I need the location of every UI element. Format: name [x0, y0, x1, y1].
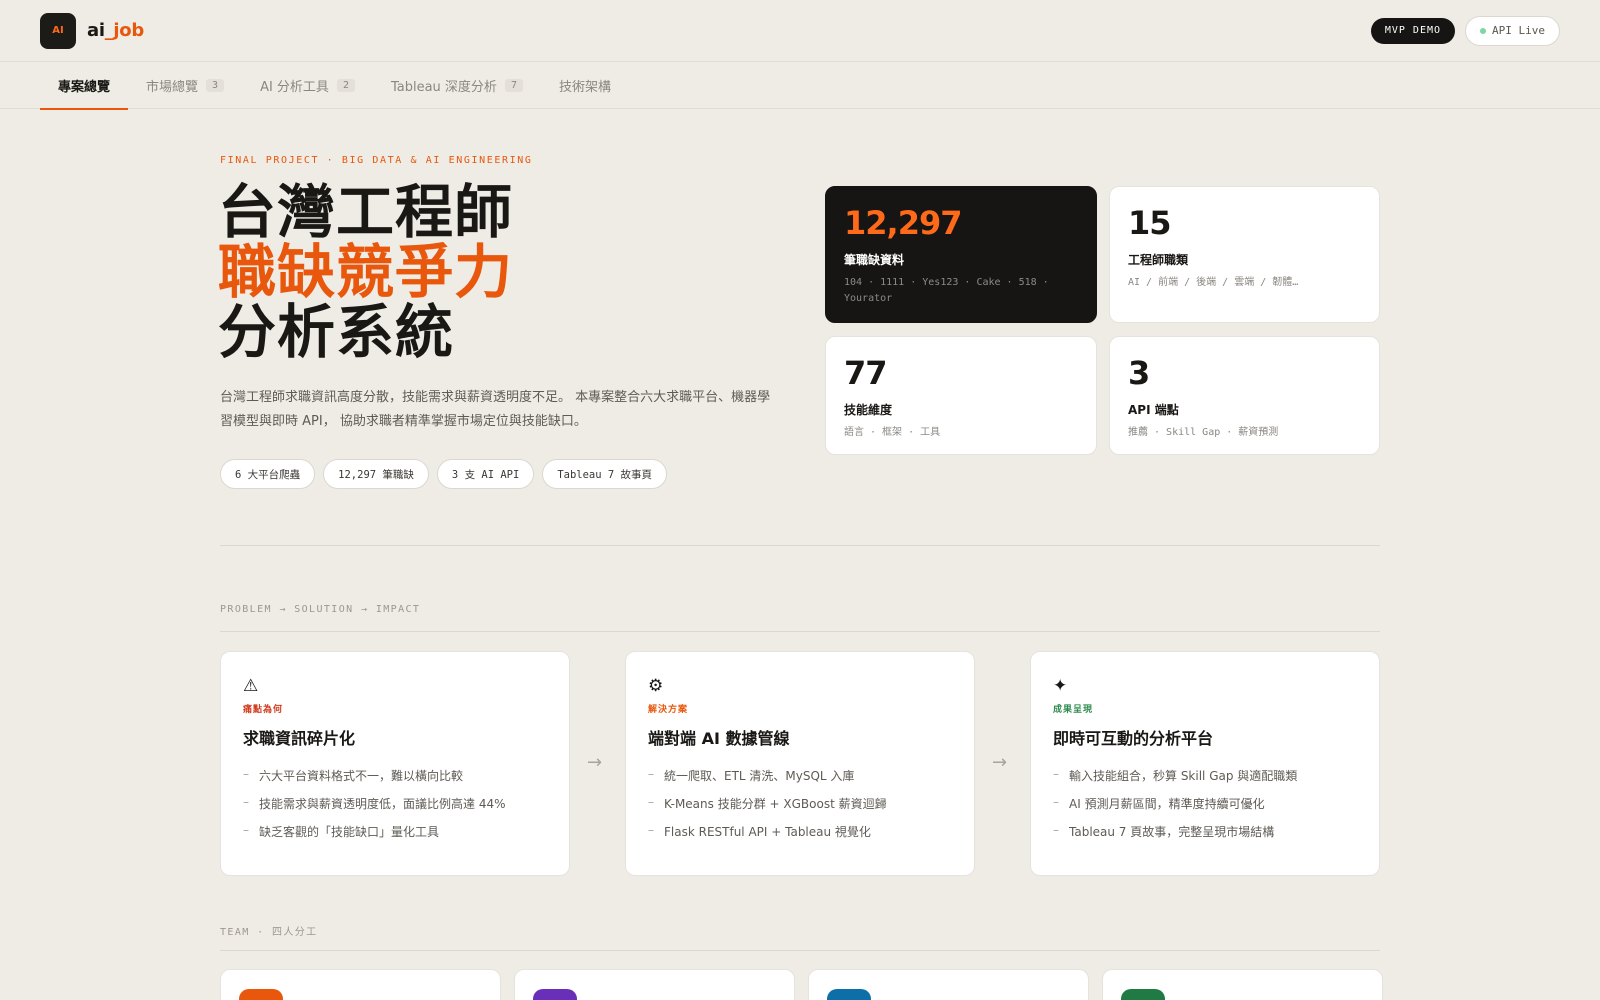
card-tag: 解決方案 — [648, 705, 689, 715]
stat-sub: 推薦 · Skill Gap · 薪資預測 — [1128, 427, 1279, 438]
solution-card: ⚙ 解決方案 端對端 AI 數據管線 – 統一爬取、ETL 清洗、MySQL 入庫… — [625, 651, 975, 876]
arrow-right-icon: → — [992, 752, 1008, 773]
stat-label: 筆職缺資料 — [844, 253, 905, 267]
brand-name: ai_job — [87, 20, 144, 41]
list-item: – K-Means 技能分群 + XGBoost 薪資迴歸 — [648, 795, 887, 811]
section-divider — [220, 631, 1380, 632]
card-tag: 痛點為何 — [243, 705, 284, 715]
team-card[interactable] — [220, 969, 501, 1000]
arrow-right-icon: → — [587, 752, 603, 773]
tab-count-badge: 2 — [336, 79, 355, 92]
logo: AI — [40, 12, 76, 49]
hero-chips: 6 大平台爬蟲 12,297 筆職缺 3 支 AI API Tableau 7 … — [220, 459, 668, 489]
problem-card: ⚠ 痛點為何 求職資訊碎片化 – 六大平台資料格式不一，難以橫向比較 – 技能需求與… — [220, 651, 570, 876]
stat-sub: AI / 前端 / 後端 / 雲端 / 韌體… — [1128, 277, 1299, 288]
stat-value: 12,297 — [844, 204, 962, 242]
list-item: – 六大平台資料格式不一，難以橫向比較 — [243, 767, 464, 783]
hero-title: 台灣工程師 職缺競爭力 分析系統 — [218, 178, 514, 366]
stat-value: 15 — [1128, 204, 1172, 242]
chip-tableau: Tableau 7 故事頁 — [542, 459, 668, 489]
tab-tableau-analysis[interactable]: Tableau 深度分析 7 — [373, 62, 541, 109]
list-item: – 缺乏客觀的「技能缺口」量化工具 — [243, 823, 440, 839]
card-list: – 輸入技能組合，秒算 Skill Gap 與適配職類 – AI 預測月薪區間，精準… — [1053, 767, 1357, 840]
list-item: – Flask RESTful API + Tableau 視覺化 — [648, 823, 871, 839]
stat-card-skills: 77 技能維度 語言 · 框架 · 工具 — [825, 336, 1097, 455]
tab-bar: 專案總覽 市場總覽 3 AI 分析工具 2 Tableau 深度分析 7 技術架… — [0, 61, 1600, 110]
brand[interactable]: AI ai_job — [40, 12, 144, 49]
live-status-dot-icon — [1480, 27, 1487, 34]
stat-label: 工程師職類 — [1128, 253, 1189, 267]
sparkle-icon: ✦ — [1053, 676, 1068, 696]
section-divider — [220, 950, 1380, 951]
list-item: – 技能需求與薪資透明度低，面議比例高達 44% — [243, 795, 506, 811]
stat-card-jobs: 12,297 筆職缺資料 104 · 1111 · Yes123 · Cake … — [825, 186, 1097, 323]
team-card[interactable] — [808, 969, 1089, 1000]
avatar — [533, 989, 577, 1000]
card-title: 端對端 AI 數據管線 — [648, 729, 790, 748]
stat-value: 77 — [844, 354, 888, 392]
team-card[interactable] — [1102, 969, 1383, 1000]
tab-count-badge: 3 — [206, 79, 225, 92]
psi-section-label: PROBLEM → SOLUTION → IMPACT — [220, 604, 421, 615]
gear-icon: ⚙ — [648, 676, 664, 696]
tab-count-badge: 7 — [504, 79, 523, 92]
list-item: – Tableau 7 頁故事，完整呈現市場結構 — [1053, 823, 1275, 839]
card-title: 即時可互動的分析平台 — [1053, 729, 1214, 748]
stat-sub: 104 · 1111 · Yes123 · Cake · 518 · Youra… — [844, 277, 1049, 304]
tab-market-overview[interactable]: 市場總覽 3 — [128, 62, 242, 109]
stat-card-categories: 15 工程師職類 AI / 前端 / 後端 / 雲端 / 韌體… — [1109, 186, 1380, 323]
stat-label: API 端點 — [1128, 403, 1179, 417]
avatar — [827, 989, 871, 1000]
avatar — [239, 989, 283, 1000]
mvp-demo-badge[interactable]: MVP DEMO — [1370, 17, 1456, 44]
section-divider — [220, 545, 1380, 546]
chip-apis: 3 支 AI API — [436, 459, 535, 489]
stat-sub: 語言 · 框架 · 工具 — [844, 427, 941, 438]
card-title: 求職資訊碎片化 — [243, 729, 356, 748]
team-card[interactable] — [514, 969, 795, 1000]
avatar — [1121, 989, 1165, 1000]
top-bar: AI ai_job MVP DEMO API Live — [0, 0, 1600, 61]
chip-jobs: 12,297 筆職缺 — [323, 459, 429, 489]
stat-value: 3 — [1128, 354, 1150, 392]
list-item: – 輸入技能組合，秒算 Skill Gap 與適配職類 — [1053, 767, 1298, 783]
list-item: – AI 預測月薪區間，精準度持續可優化 — [1053, 795, 1265, 811]
stat-label: 技能維度 — [844, 403, 893, 417]
card-tag: 成果呈現 — [1053, 705, 1094, 715]
hero-description: 台灣工程師求職資訊高度分散，技能需求與薪資透明度不足。 本專案整合六大求職平台、… — [220, 390, 771, 429]
api-live-badge[interactable]: API Live — [1465, 15, 1560, 46]
card-list: – 六大平台資料格式不一，難以橫向比較 – 技能需求與薪資透明度低，面議比例高達 4… — [243, 767, 547, 840]
tab-tech-architecture[interactable]: 技術架構 — [541, 62, 629, 109]
list-item: – 統一爬取、ETL 清洗、MySQL 入庫 — [648, 767, 855, 783]
card-list: – 統一爬取、ETL 清洗、MySQL 入庫 – K-Means 技能分群 + XG… — [648, 767, 952, 840]
tab-ai-tools[interactable]: AI 分析工具 2 — [242, 62, 373, 109]
chip-platforms: 6 大平台爬蟲 — [220, 459, 316, 489]
tab-project-overview[interactable]: 專案總覽 — [40, 62, 129, 110]
team-section-label: TEAM · 四人分工 — [220, 927, 318, 938]
stat-card-api: 3 API 端點 推薦 · Skill Gap · 薪資預測 — [1109, 336, 1380, 455]
impact-card: ✦ 成果呈現 即時可互動的分析平台 – 輸入技能組合，秒算 Skill Gap 與… — [1030, 651, 1380, 876]
warning-icon: ⚠ — [243, 676, 259, 696]
hero-eyebrow: FINAL PROJECT · BIG DATA & AI ENGINEERIN… — [220, 155, 533, 166]
